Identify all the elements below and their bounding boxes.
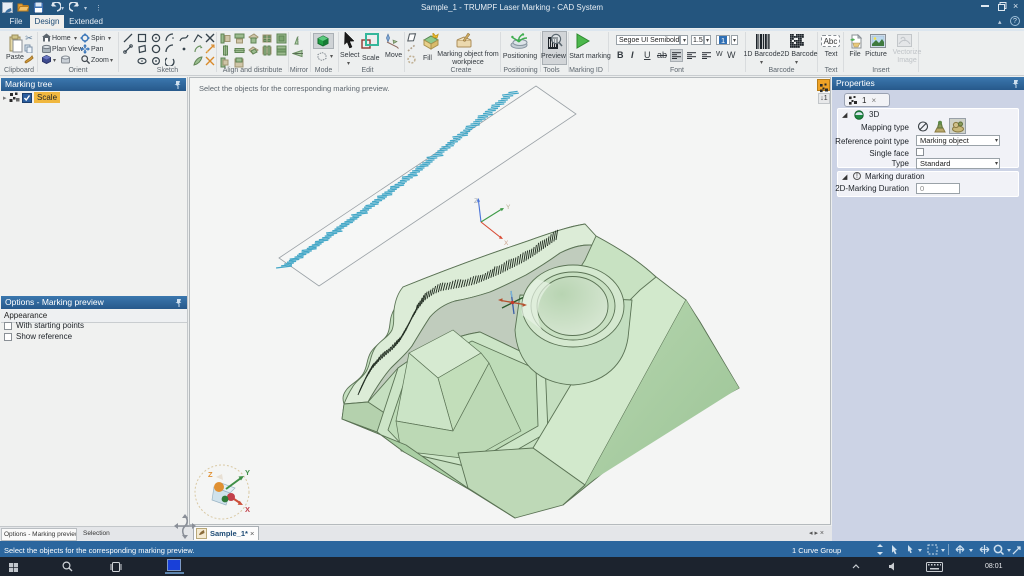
svg-text:Z: Z: [474, 198, 478, 205]
svg-text:Z: Z: [208, 470, 213, 479]
svg-text:✂: ✂: [25, 33, 33, 42]
svg-text:Y: Y: [506, 204, 511, 211]
svg-text:Select the objects for the cor: Select the objects for the corresponding…: [199, 84, 390, 93]
svg-text:X: X: [504, 240, 509, 247]
svg-text:X: X: [245, 505, 250, 514]
svg-text:Y: Y: [245, 468, 250, 477]
